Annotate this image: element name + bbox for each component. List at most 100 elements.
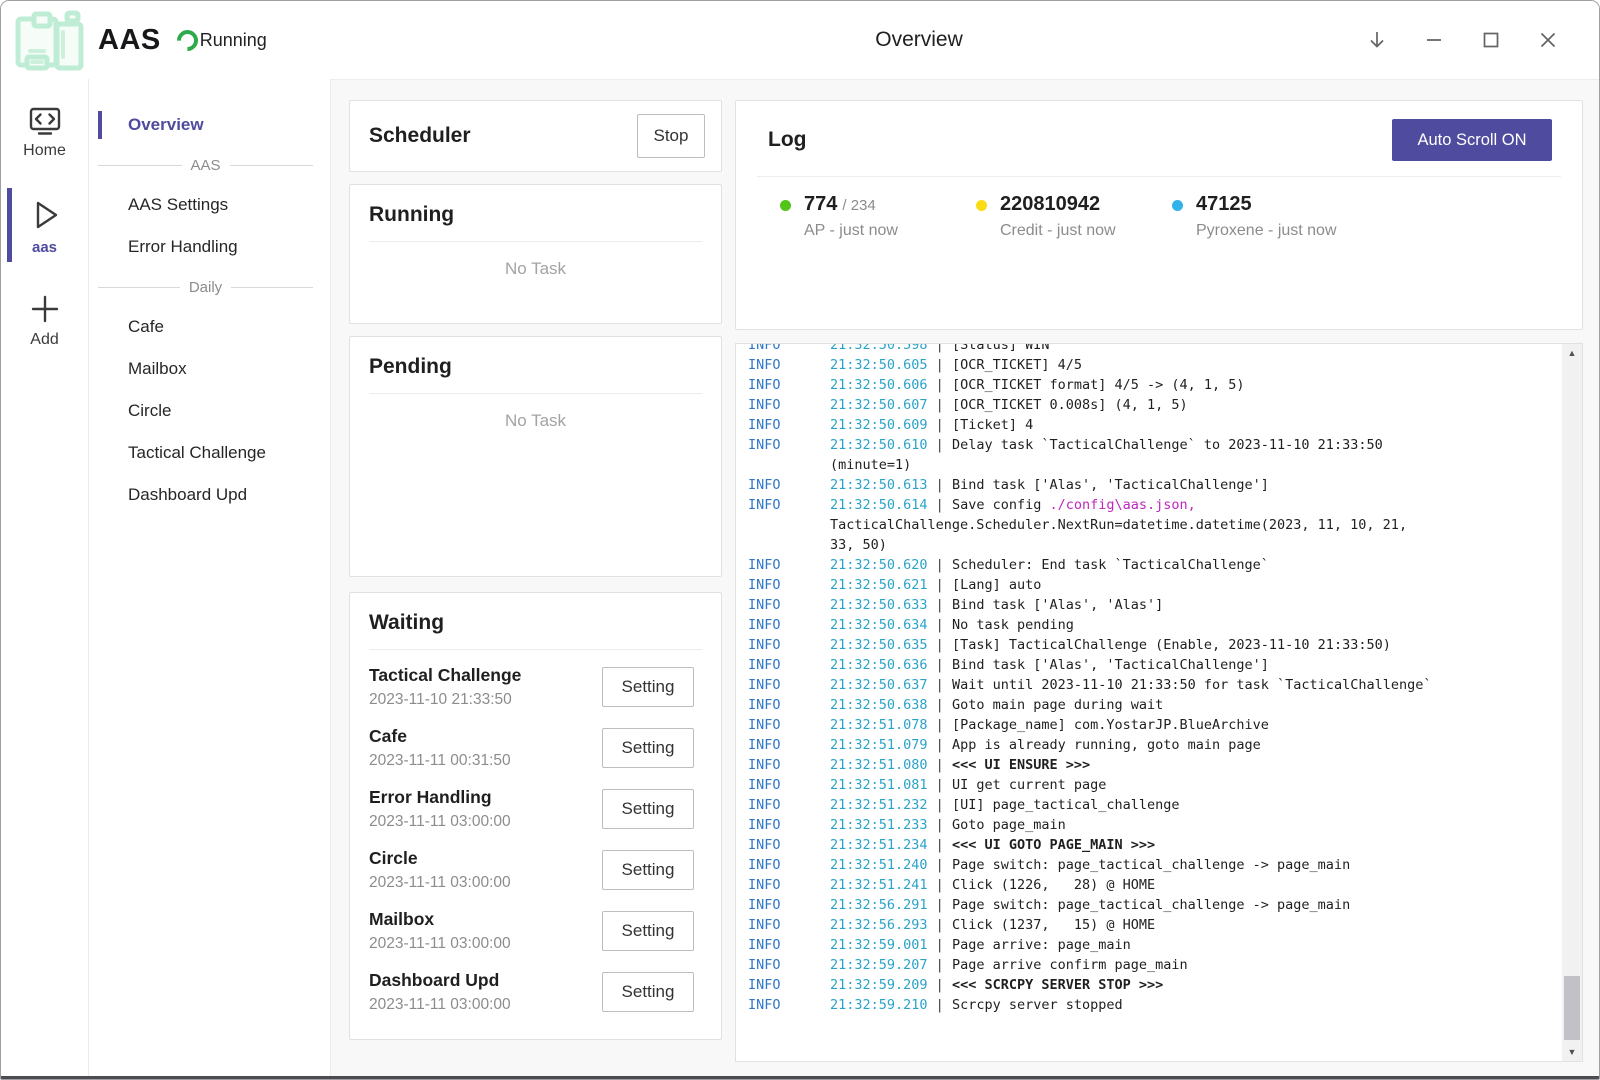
scheduler-status-text: Running [200,30,267,51]
stat-value: 220810942 [1000,193,1100,215]
resource-stat-item: 774 / 234 AP - just now [780,193,976,240]
app-logo-icon [10,7,84,73]
log-line: INFO21:32:59.210 | Scrcpy server stopped [748,995,1558,1015]
waiting-task-row: Mailbox 2023-11-11 03:00:00 Setting [350,900,721,961]
log-line: INFO21:32:50.607 | [OCR_TICKET 0.008s] (… [748,395,1558,415]
log-scrollbar[interactable]: ▲ ▼ [1562,344,1582,1061]
log-line: INFO21:32:51.241 | Click (1226, 28) @ HO… [748,875,1558,895]
task-setting-button[interactable]: Setting [602,911,694,951]
code-monitor-icon [26,105,64,139]
task-next-run-time: 2023-11-11 03:00:00 [369,996,511,1014]
stat-value: 774 [804,193,837,215]
task-setting-button[interactable]: Setting [602,789,694,829]
task-setting-button[interactable]: Setting [602,972,694,1012]
scroll-down-icon[interactable]: ▼ [1562,1043,1582,1061]
nav-section-aas: AAS [98,146,313,184]
waiting-task-row: Tactical Challenge 2023-11-10 21:33:50 S… [350,656,721,717]
task-name: Cafe [369,726,511,747]
task-next-run-time: 2023-11-11 00:31:50 [369,752,511,770]
nav-item-mailbox[interactable]: Mailbox [89,348,330,390]
waiting-task-row: Circle 2023-11-11 03:00:00 Setting [350,839,721,900]
log-line: INFO21:32:59.207 | Page arrive confirm p… [748,955,1558,975]
scroll-up-icon[interactable]: ▲ [1562,344,1582,362]
scheduler-stop-button[interactable]: Stop [637,114,705,158]
pending-title: Pending [350,355,721,379]
nav-section-daily: Daily [98,268,313,306]
task-setting-button[interactable]: Setting [602,850,694,890]
log-line: INFO21:32:50.634 | No task pending [748,615,1558,635]
log-line: INFO21:32:51.078 | [Package_name] com.Yo… [748,715,1558,735]
waiting-task-list: Tactical Challenge 2023-11-10 21:33:50 S… [350,650,721,1022]
log-line: INFO21:32:50.621 | [Lang] auto [748,575,1558,595]
nav-item-aas-settings[interactable]: AAS Settings [89,184,330,226]
scrollbar-thumb[interactable] [1564,976,1580,1040]
task-next-run-time: 2023-11-11 03:00:00 [369,813,511,831]
maximize-button[interactable] [1480,29,1502,51]
play-icon [24,194,66,236]
log-line: INFO21:32:50.606 | [OCR_TICKET format] 4… [748,375,1558,395]
nav-item-tactical-challenge[interactable]: Tactical Challenge [89,432,330,474]
resource-stat-item: 47125 Pyroxene - just now [1172,193,1368,240]
task-name: Dashboard Upd [369,970,511,991]
nav-item-overview[interactable]: Overview [89,104,330,146]
pending-card: Pending No Task [349,336,722,577]
log-list: INFO21:32:50.598 | [Status] WININFO21:32… [748,344,1558,1015]
running-title: Running [350,203,721,227]
auto-scroll-toggle-button[interactable]: Auto Scroll ON [1392,119,1552,161]
nav-item-error-handling[interactable]: Error Handling [89,226,330,268]
task-name: Tactical Challenge [369,665,521,686]
nav-item-cafe[interactable]: Cafe [89,306,330,348]
rail-item-add[interactable]: Add [1,286,88,353]
log-line: INFO21:32:50.620 | Scheduler: End task `… [748,555,1558,575]
stat-value: 47125 [1196,193,1252,215]
task-setting-button[interactable]: Setting [602,728,694,768]
log-line: INFO21:32:51.079 | App is already runnin… [748,735,1558,755]
log-line: INFO21:32:56.293 | Click (1237, 15) @ HO… [748,915,1558,935]
log-line: TacticalChallenge.Scheduler.NextRun=date… [748,515,1558,535]
stat-label: AP - just now [804,222,898,240]
minimize-button[interactable] [1423,29,1445,51]
close-button[interactable] [1537,29,1559,51]
task-setting-button[interactable]: Setting [602,667,694,707]
download-update-button[interactable] [1366,29,1388,51]
task-name: Mailbox [369,909,511,930]
waiting-card: Waiting Tactical Challenge 2023-11-10 21… [349,592,722,1040]
log-line: INFO21:32:50.614 | Save config ./config\… [748,495,1558,515]
log-line: INFO21:32:51.240 | Page switch: page_tac… [748,855,1558,875]
log-line: INFO21:32:50.598 | [Status] WIN [748,344,1558,355]
log-line: INFO21:32:50.609 | [Ticket] 4 [748,415,1558,435]
log-line: INFO21:32:51.232 | [UI] page_tactical_ch… [748,795,1558,815]
log-line: INFO21:32:51.233 | Goto page_main [748,815,1558,835]
running-card: Running No Task [349,184,722,324]
log-line: INFO21:32:50.610 | Delay task `TacticalC… [748,435,1558,455]
waiting-task-row: Cafe 2023-11-11 00:31:50 Setting [350,717,721,778]
log-line: 33, 50) [748,535,1558,555]
scheduler-title: Scheduler [369,124,471,148]
stat-label: Credit - just now [1000,222,1116,240]
log-line: (minute=1) [748,455,1558,475]
waiting-task-row: Error Handling 2023-11-11 03:00:00 Setti… [350,778,721,839]
stat-suffix: / 234 [842,197,875,214]
log-line: INFO21:32:51.234 | <<< UI GOTO PAGE_MAIN… [748,835,1558,855]
rail-item-aas[interactable]: aas [1,190,88,260]
waiting-title: Waiting [350,611,721,635]
rail-item-home[interactable]: Home [1,101,88,164]
log-line: INFO21:32:51.081 | UI get current page [748,775,1558,795]
task-next-run-time: 2023-11-11 03:00:00 [369,935,511,953]
log-line: INFO21:32:50.636 | Bind task ['Alas', 'T… [748,655,1558,675]
log-title: Log [768,128,806,152]
nav-item-dashboard-upd[interactable]: Dashboard Upd [89,474,330,516]
log-line: INFO21:32:59.209 | <<< SCRCPY SERVER STO… [748,975,1558,995]
resource-stat-item: 220810942 Credit - just now [976,193,1172,240]
nav-item-circle[interactable]: Circle [89,390,330,432]
log-line: INFO21:32:50.637 | Wait until 2023-11-10… [748,675,1558,695]
plus-icon [26,290,64,328]
log-console: INFO21:32:50.598 | [Status] WININFO21:32… [735,343,1583,1062]
pending-empty-text: No Task [350,394,721,431]
log-line: INFO21:32:50.605 | [OCR_TICKET] 4/5 [748,355,1558,375]
log-line: INFO21:32:50.613 | Bind task ['Alas', 'T… [748,475,1558,495]
log-line: INFO21:32:56.291 | Page switch: page_tac… [748,895,1558,915]
app-name: AAS [98,24,161,57]
icon-rail: Home aas Add [1,79,89,1078]
log-line: INFO21:32:50.638 | Goto main page during… [748,695,1558,715]
